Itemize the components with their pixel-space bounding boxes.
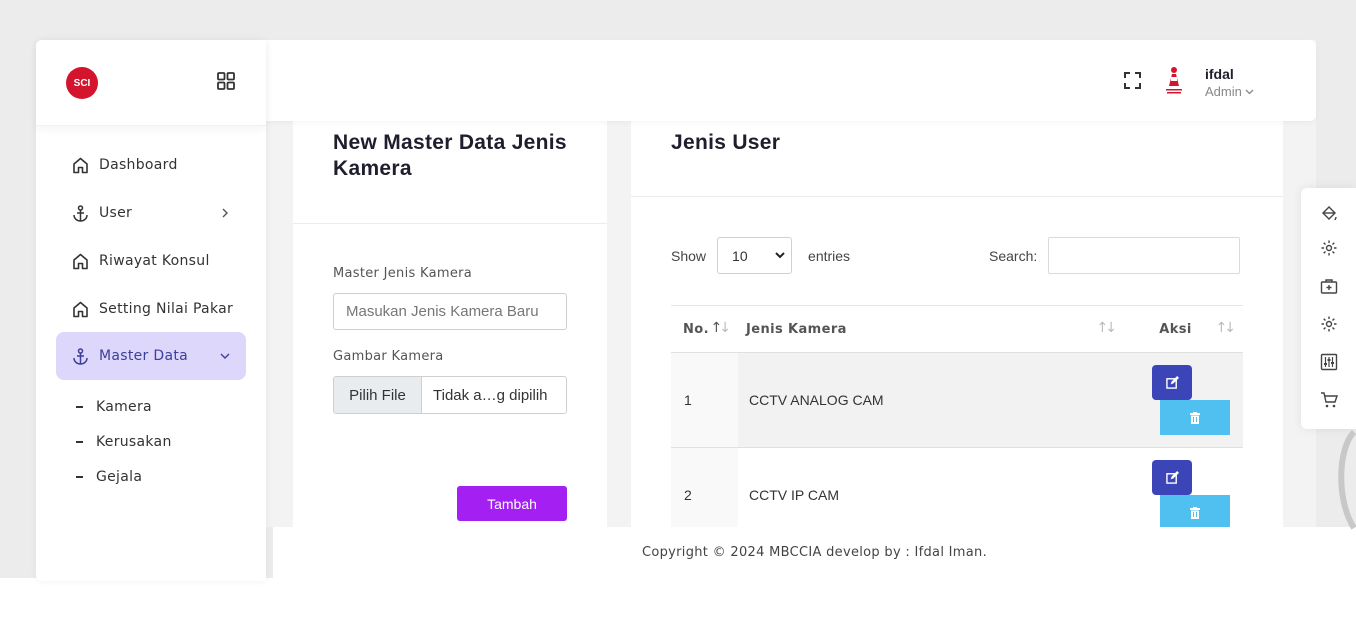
table-search: Search: — [989, 237, 1241, 274]
decorative-arc — [1338, 430, 1356, 530]
sidebar-item-dashboard[interactable]: Dashboard — [56, 141, 246, 189]
entries-length-control: Show 10 entries — [671, 237, 850, 274]
footer: Copyright © 2024 MBCCIA develop by : Ifd… — [273, 527, 1356, 578]
user-name[interactable]: ifdal — [1205, 66, 1234, 82]
trash-icon — [1190, 411, 1200, 424]
fullscreen-icon[interactable] — [1124, 72, 1141, 89]
sidebar: SCI Dashboard User Riwayat Konsul Settin… — [36, 40, 266, 581]
row-number: 2 — [671, 448, 738, 527]
row-actions — [1124, 448, 1243, 527]
sidebar-item-label: Master Data — [99, 348, 188, 364]
dash-icon — [76, 441, 83, 443]
delete-button[interactable] — [1160, 400, 1230, 435]
search-input[interactable] — [1048, 237, 1241, 274]
sidebar-item-label: Riwayat Konsul — [99, 253, 210, 269]
edit-icon — [1165, 471, 1179, 484]
jenis-kamera-table: No. ↑↓ Jenis Kamera ↑↓ Aksi ↑↓ 1 CCTV AN… — [671, 305, 1243, 527]
jenis-kamera-input[interactable] — [333, 293, 567, 330]
column-header-no-label: No. — [683, 321, 709, 337]
dash-icon — [76, 406, 83, 408]
file-status-text: Tidak a…g dipilih — [433, 386, 548, 404]
field-label-jenis-kamera: Master Jenis Kamera — [333, 266, 473, 281]
column-header-no[interactable]: No. ↑↓ — [671, 306, 738, 352]
trash-icon — [1190, 506, 1200, 519]
sidebar-item-user[interactable]: User — [56, 189, 246, 237]
home-icon — [71, 300, 89, 318]
column-header-jenis-kamera[interactable]: Jenis Kamera ↑↓ — [738, 306, 1124, 352]
grid-icon[interactable] — [217, 72, 235, 90]
divider — [293, 223, 607, 224]
sidebar-item-riwayat-konsul[interactable]: Riwayat Konsul — [56, 237, 246, 285]
column-header-aksi[interactable]: Aksi ↑↓ — [1124, 306, 1243, 352]
row-jenis-kamera: CCTV ANALOG CAM — [738, 353, 1124, 447]
entries-select[interactable]: 10 — [717, 237, 793, 274]
entries-select-value: 10 — [732, 247, 748, 264]
sidebar-item-label: Dashboard — [99, 157, 178, 173]
home-icon — [71, 156, 89, 174]
cart-icon[interactable] — [1320, 391, 1338, 409]
anchor-icon — [71, 347, 89, 365]
right-settings-panel — [1301, 188, 1356, 429]
chevron-down-icon — [1245, 89, 1254, 94]
sort-asc-icon: ↑↓ — [710, 320, 732, 336]
sort-icon: ↑↓ — [1096, 320, 1118, 336]
sidebar-subitem-label: Kerusakan — [96, 434, 172, 450]
divider — [631, 196, 1283, 197]
table-card-title: Jenis User — [671, 131, 781, 154]
edit-button[interactable] — [1152, 365, 1192, 400]
sidebar-subitem-label: Gejala — [96, 469, 143, 485]
table-row: 1 CCTV ANALOG CAM — [671, 353, 1243, 448]
sidebar-item-label: Setting Nilai Pakar — [99, 301, 234, 317]
gear-icon[interactable] — [1320, 239, 1338, 257]
brand-logo[interactable]: SCI — [66, 67, 98, 99]
page-bottom-strip — [0, 578, 1356, 617]
row-jenis-kamera: CCTV IP CAM — [749, 487, 839, 503]
home-icon — [71, 252, 89, 270]
choose-file-button[interactable]: Pilih File — [334, 377, 422, 413]
dash-icon — [76, 476, 83, 478]
sliders-icon[interactable] — [1320, 353, 1338, 371]
logo-bar: SCI — [36, 40, 266, 126]
paint-bucket-icon[interactable] — [1320, 205, 1338, 223]
field-label-gambar-kamera: Gambar Kamera — [333, 349, 444, 364]
chevron-right-icon — [222, 208, 228, 218]
row-number: 1 — [671, 353, 738, 447]
table-row: 2 CCTV IP CAM — [671, 448, 1243, 527]
top-header: ifdal Admin — [266, 40, 1316, 121]
search-label: Search: — [989, 247, 1038, 264]
form-card-title: New Master Data Jenis Kamera — [333, 131, 567, 180]
show-label: Show — [671, 247, 707, 264]
tambah-button[interactable]: Tambah — [457, 486, 567, 521]
row-actions — [1124, 353, 1243, 447]
column-header-aksi-label: Aksi — [1159, 321, 1192, 337]
sort-icon: ↑↓ — [1215, 320, 1237, 336]
sidebar-item-master-data[interactable]: Master Data — [56, 332, 246, 380]
column-header-jenis-label: Jenis Kamera — [746, 321, 847, 337]
sidebar-item-setting-nilai-pakar[interactable]: Setting Nilai Pakar — [56, 285, 246, 333]
gear-icon[interactable] — [1320, 315, 1338, 333]
sidebar-item-label: User — [99, 205, 133, 221]
briefcase-plus-icon[interactable] — [1320, 277, 1338, 295]
chevron-down-icon — [220, 353, 230, 359]
delete-button[interactable] — [1160, 495, 1230, 527]
chevron-down-icon — [775, 252, 785, 259]
edit-icon — [1165, 376, 1179, 389]
entries-label: entries — [808, 247, 851, 264]
sidebar-subitem-kamera[interactable]: Kamera — [76, 399, 152, 415]
anchor-icon — [71, 204, 89, 222]
gambar-kamera-file-input[interactable]: Pilih File Tidak a…g dipilih — [333, 376, 567, 414]
avatar[interactable] — [1157, 64, 1191, 98]
table-header: No. ↑↓ Jenis Kamera ↑↓ Aksi ↑↓ — [671, 306, 1243, 353]
user-role-dropdown[interactable]: Admin — [1205, 84, 1254, 99]
user-role: Admin — [1205, 84, 1242, 99]
sidebar-subitem-gejala[interactable]: Gejala — [76, 469, 142, 485]
sidebar-subitem-label: Kamera — [96, 399, 152, 415]
edit-button[interactable] — [1152, 460, 1192, 495]
sidebar-subitem-kerusakan[interactable]: Kerusakan — [76, 434, 172, 450]
